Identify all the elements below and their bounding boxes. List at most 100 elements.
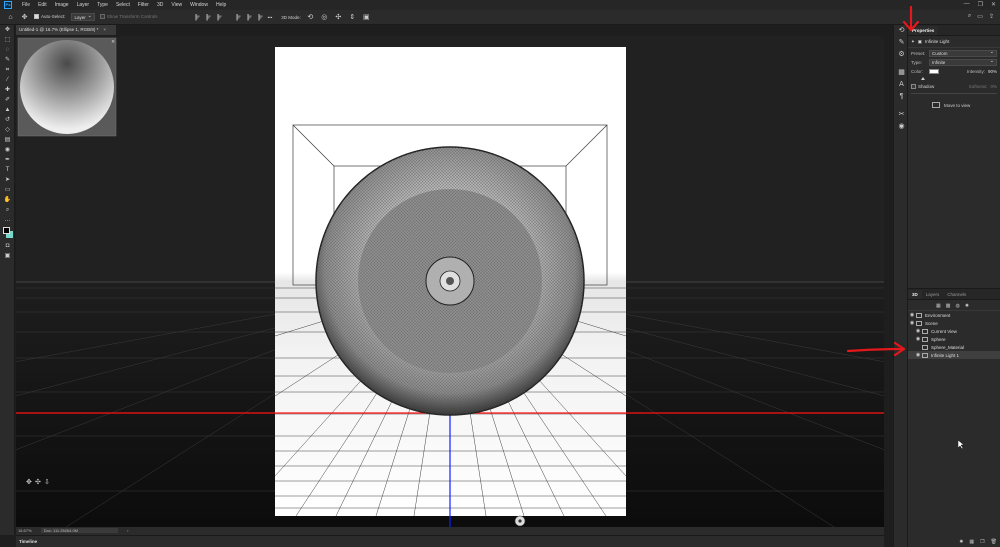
pen-tool-icon[interactable]: ✒ [0,155,15,165]
type-tool-icon[interactable]: T [0,165,15,175]
menu-view[interactable]: View [167,2,186,8]
materials-icon[interactable]: ◍ [955,303,959,309]
eyedropper-tool-icon[interactable]: ⁄ [0,75,15,85]
visibility-eye-icon[interactable]: ◉ [914,328,922,334]
workspace-icon[interactable]: ▭ [977,13,983,20]
more-options-button[interactable]: ••• [268,15,273,20]
type-dropdown[interactable]: Infinite [929,58,997,66]
align-right-icon[interactable] [258,13,263,21]
gradient-tool-icon[interactable]: ▤ [0,135,15,145]
slide-3d-icon[interactable]: ⇕ [348,13,357,22]
brush-settings-icon[interactable]: ✎ [894,37,909,49]
blur-tool-icon[interactable]: ◉ [0,145,15,155]
home-icon[interactable]: ⌂ [6,13,15,22]
layer-row-sphere-material[interactable]: Sphere_Material [908,343,1000,351]
visibility-eye-icon[interactable]: ◉ [908,320,916,326]
preset-dropdown[interactable]: Custom [929,49,997,57]
lasso-tool-icon[interactable]: ◌ [0,45,15,55]
document-tab[interactable]: Untitled-1 @ 16.7% (Ellipse 1, RGB/8) * … [16,25,116,35]
menu-layer[interactable]: Layer [73,2,94,8]
light-gizmo-icon[interactable] [514,515,526,527]
quick-mask-icon[interactable]: ◘ [0,241,15,251]
libraries-icon[interactable]: ▦ [894,67,909,79]
3d-navigation-thumbnail[interactable]: × [17,37,117,137]
layer-row-infinite-light-1[interactable]: ◉ Infinite Light 1 [908,351,1000,359]
slider-handle[interactable] [921,77,925,80]
show-transform-controls-checkbox[interactable]: Show Transform Controls [99,14,158,20]
tab-layers[interactable]: Layers [922,290,944,299]
lights-icon[interactable]: ✹ [965,303,969,309]
visibility-eye-icon[interactable]: ◉ [914,352,922,358]
intensity-slider[interactable] [911,77,997,80]
close-button[interactable]: ✕ [991,1,996,8]
quick-select-tool-icon[interactable]: ✎ [0,55,15,65]
shadow-checkbox[interactable] [911,83,916,89]
brush-tool-icon[interactable]: ✐ [0,95,15,105]
minimize-button[interactable]: — [964,1,970,8]
roll-3d-icon[interactable]: ◎ [320,13,329,22]
light-color-swatch[interactable] [929,68,939,74]
search-icon[interactable]: ⌕ [968,13,971,20]
add-light-icon[interactable]: ✹ [959,539,963,545]
move-tool-icon[interactable]: ✥ [20,13,29,22]
zoom-level[interactable]: 16.67% [18,528,32,533]
visibility-eye-icon[interactable]: ◉ [908,312,916,318]
tools-presets-icon[interactable]: ✂ [894,109,909,121]
menu-select[interactable]: Select [112,2,134,8]
paragraph-icon[interactable]: ¶ [894,91,909,103]
zoom-tool-icon[interactable]: ⌕ [0,205,15,215]
align-top-icon[interactable] [195,13,200,21]
menu-edit[interactable]: Edit [34,2,51,8]
align-bottom-icon[interactable] [217,13,222,21]
shape-tool-icon[interactable]: ▭ [0,185,15,195]
crop-tool-icon[interactable]: ⌗ [0,65,15,75]
hand-tool-icon[interactable]: ✋ [0,195,15,205]
layer-row-scene[interactable]: ◉ Scene [908,319,1000,327]
history-brush-tool-icon[interactable]: ↺ [0,115,15,125]
timeline-panel-tab[interactable]: Timeline [16,535,884,547]
screen-mode-icon[interactable]: ▣ [0,251,15,261]
eraser-tool-icon[interactable]: ◇ [0,125,15,135]
marquee-tool-icon[interactable]: ⬚ [0,35,15,45]
align-left-icon[interactable] [236,13,241,21]
path-select-tool-icon[interactable]: ➤ [0,175,15,185]
tab-channels[interactable]: Channels [943,290,970,299]
whole-scene-icon[interactable]: ▦ [936,303,941,309]
move-to-view-button[interactable]: Move to view [932,102,1000,108]
scale-3d-icon[interactable]: ▣ [362,13,371,22]
healing-brush-tool-icon[interactable]: ✚ [0,85,15,95]
meshes-icon[interactable]: ▩ [946,303,951,309]
character-icon[interactable]: A [894,79,909,91]
auto-select-checkbox[interactable]: Auto-Select: [34,14,66,20]
menu-help[interactable]: Help [212,2,230,8]
restore-button[interactable]: ❐ [978,1,983,8]
align-hcenter-icon[interactable] [247,13,252,21]
close-document-icon[interactable]: × [103,25,106,35]
auto-select-target-dropdown[interactable]: Layer [70,13,95,21]
edit-toolbar-icon[interactable]: … [0,215,15,225]
align-vcenter-icon[interactable] [206,13,211,21]
intensity-value[interactable]: 90% [988,69,997,74]
delete-icon[interactable]: 🗑 [991,539,997,545]
orbit-3d-icon[interactable]: ⟲ [306,13,315,22]
tab-3d[interactable]: 3D [908,290,922,299]
drag-3d-icon[interactable]: ✣ [334,13,343,22]
status-menu-arrow[interactable]: › [127,528,128,533]
menu-3d[interactable]: 3D [153,2,167,8]
menu-filter[interactable]: Filter [134,2,153,8]
menu-file[interactable]: File [18,2,34,8]
layer-row-environment[interactable]: ◉ Environment [908,311,1000,319]
sphere-object[interactable] [315,146,585,416]
layer-row-current-view[interactable]: ◉ Current View [908,327,1000,335]
menu-type[interactable]: Type [93,2,112,8]
adjustments-icon[interactable]: ⚙ [894,49,909,61]
3d-axis-widget[interactable]: ✥ ✣ ⇩ [26,478,50,486]
3d-materials-icon[interactable]: ◉ [894,121,909,133]
clone-stamp-tool-icon[interactable]: ▲ [0,105,15,115]
share-icon[interactable]: ⇪ [989,13,994,20]
intensity-control[interactable]: Intensity: 90% [967,69,997,74]
foreground-color-swatch[interactable] [3,227,10,234]
menu-image[interactable]: Image [51,2,73,8]
move-tool-icon[interactable]: ✥ [0,25,15,35]
duplicate-icon[interactable]: ❐ [980,539,984,545]
